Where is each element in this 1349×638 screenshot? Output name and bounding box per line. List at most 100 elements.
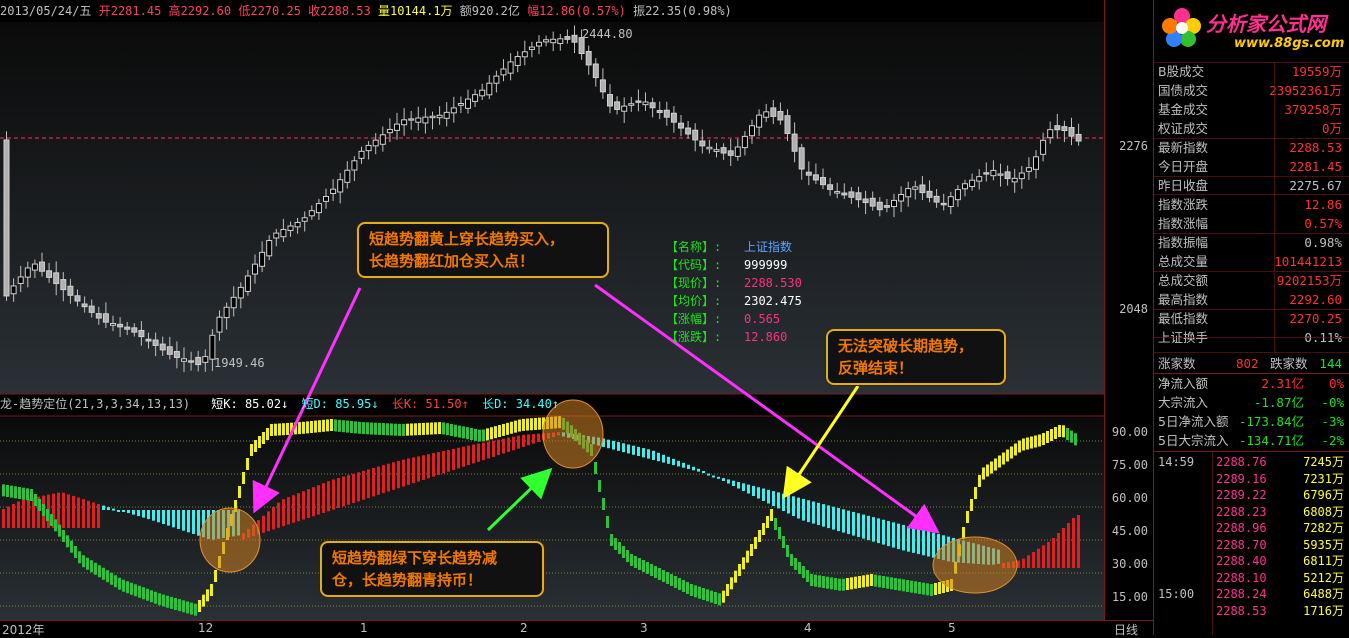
callout-line: 长趋势翻红加仓买入点！ xyxy=(369,252,535,270)
short-trend-bar xyxy=(18,487,21,499)
long-trend-bar xyxy=(932,532,935,558)
long-trend-bar xyxy=(617,442,620,451)
candle xyxy=(933,195,940,203)
short-trend-bar xyxy=(26,488,29,501)
candle xyxy=(1054,125,1061,131)
tick-price: 2288.53 xyxy=(1216,603,1267,618)
short-trend-bar xyxy=(662,570,665,582)
candle xyxy=(713,149,720,152)
x-label: 5 xyxy=(948,621,956,635)
short-trend-bar xyxy=(866,574,869,587)
short-trend-bar xyxy=(874,574,877,587)
short-trend-bar xyxy=(882,576,885,588)
candle xyxy=(244,275,251,292)
short-trend-bar xyxy=(746,550,749,563)
candle xyxy=(734,146,741,157)
long-trend-bar xyxy=(867,515,870,541)
long-trend-bar xyxy=(132,510,135,515)
long-trend-bar xyxy=(847,510,850,535)
candle xyxy=(415,117,422,123)
long-trend-bar xyxy=(807,500,810,523)
short-trend-bar xyxy=(534,417,537,430)
short-trend-bar xyxy=(378,422,381,435)
long-trend-bar xyxy=(77,497,80,528)
buy-signal-callout: 短趋势翻黄上穿长趋势买入， 长趋势翻红加仓买入点！ xyxy=(357,222,609,278)
long-trend-bar xyxy=(497,439,500,456)
short-trend-bar xyxy=(602,498,605,510)
stat-row: 最低指数 2270.25 xyxy=(1154,309,1349,328)
stat-row: 最新指数 2288.53 xyxy=(1154,138,1349,157)
short-trend-bar xyxy=(814,574,817,587)
long-trend-bar xyxy=(642,448,645,458)
candle xyxy=(386,128,393,134)
long-trend-bar xyxy=(667,456,670,464)
long-trend-bar xyxy=(57,492,60,528)
long-trend-bar xyxy=(187,510,190,533)
long-trend-bar xyxy=(922,530,925,556)
flow-row: 5日净流入额 -173.84亿 -3% xyxy=(1154,412,1349,431)
short-trend-bar xyxy=(770,509,773,521)
short-d-value: 短D: 85.95↓ xyxy=(301,397,379,411)
short-trend-bar xyxy=(1074,433,1077,446)
candle xyxy=(727,150,734,156)
short-trend-bar xyxy=(622,546,625,558)
candle xyxy=(770,107,777,117)
flow-value: -134.71亿 xyxy=(1238,433,1304,448)
candle xyxy=(1004,171,1011,180)
period-label[interactable]: 日线 xyxy=(1114,621,1138,638)
short-trend-bar xyxy=(974,487,977,499)
long-trend-bar xyxy=(377,466,380,495)
stat-row: 基金成交 379258万 xyxy=(1154,100,1349,119)
short-trend-bar xyxy=(650,564,653,576)
flow-label: 净流入额 xyxy=(1158,376,1209,391)
short-trend-bar xyxy=(470,428,473,440)
candle xyxy=(337,179,344,193)
long-trend-bar xyxy=(437,452,440,475)
long-trend-bar xyxy=(852,511,855,536)
long-trend-bar xyxy=(737,482,740,489)
long-trend-bar xyxy=(1022,558,1025,568)
short-trend-bar xyxy=(922,582,925,595)
long-trend-bar xyxy=(347,475,350,505)
long-trend-bar xyxy=(167,510,170,526)
short-trend-bar xyxy=(598,480,601,492)
short-trend-bar xyxy=(854,576,857,589)
candlestick-chart[interactable] xyxy=(0,0,1104,620)
long-trend-bar xyxy=(687,464,690,470)
long-trend-bar xyxy=(412,457,415,484)
long-trend-bar xyxy=(442,451,445,474)
short-trend-bar xyxy=(314,420,317,433)
candle xyxy=(670,112,677,123)
short-trend-bar xyxy=(642,560,645,572)
stat-value: 2292.60 xyxy=(1289,292,1342,307)
long-trend-bar xyxy=(457,447,460,469)
candle xyxy=(848,191,855,198)
short-trend-bar xyxy=(906,580,909,592)
short-trend-bar xyxy=(502,423,505,436)
candle xyxy=(301,217,308,222)
short-trend-bar xyxy=(354,421,357,434)
candle xyxy=(202,356,209,363)
long-trend-bar xyxy=(342,476,345,507)
long-trend-bar xyxy=(632,445,635,455)
short-trend-bar xyxy=(342,420,345,433)
up-count: 802 xyxy=(1236,356,1259,371)
candle xyxy=(962,183,968,190)
tick-row: 2288.53 1716万 xyxy=(1154,602,1349,621)
short-trend-bar xyxy=(310,421,313,433)
short-trend-bar xyxy=(734,570,737,583)
short-trend-bar xyxy=(398,423,401,436)
short-trend-bar xyxy=(330,419,333,431)
short-trend-bar xyxy=(914,581,917,594)
short-trend-bar xyxy=(518,419,521,432)
short-trend-bar xyxy=(686,582,689,594)
long-trend-bar xyxy=(152,510,155,521)
flower-logo-icon xyxy=(1162,8,1201,47)
candle xyxy=(557,38,564,44)
short-trend-bar xyxy=(494,426,497,439)
short-trend-bar xyxy=(458,425,461,438)
long-trend-bar xyxy=(472,444,475,464)
long-k-value: 长K: 51.50↑ xyxy=(391,397,469,411)
candle xyxy=(436,114,443,119)
long-trend-bar xyxy=(282,499,285,527)
